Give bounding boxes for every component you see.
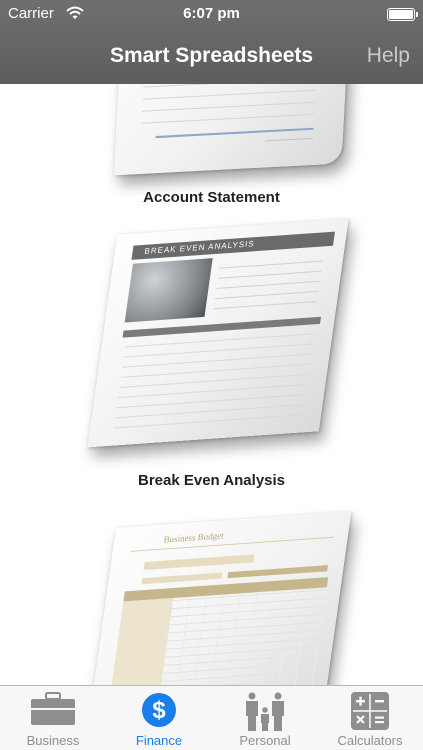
- tab-business[interactable]: Business: [0, 686, 106, 750]
- page-title: Smart Spreadsheets: [109, 44, 314, 67]
- break-even-analysis-thumbnail[interactable]: BREAK EVEN ANALYSIS: [87, 218, 349, 448]
- tab-finance[interactable]: $ Finance: [106, 686, 212, 750]
- business-budget-thumbnail[interactable]: Business Budget: [84, 511, 352, 685]
- document-label: Account Statement: [143, 189, 280, 206]
- tab-label: Calculators: [337, 733, 403, 748]
- help-button[interactable]: Help: [367, 44, 410, 68]
- list-item[interactable]: BREAK EVEN ANALYSIS Break Even Analysis: [0, 216, 423, 496]
- calculator-photo: [124, 258, 213, 323]
- calculator-icon: [351, 692, 389, 735]
- status-bar: Carrier 6:07 pm: [0, 0, 423, 28]
- account-statement-thumbnail[interactable]: [113, 84, 351, 176]
- sheet-title: Business Budget: [162, 530, 225, 545]
- sheet-title: BREAK EVEN ANALYSIS: [131, 231, 335, 260]
- tab-calculators[interactable]: Calculators: [317, 686, 423, 750]
- tab-label: Personal: [239, 733, 291, 748]
- tab-bar: Business $ Finance Personal Calculators: [0, 685, 423, 750]
- family-icon: [242, 692, 288, 737]
- tab-label: Finance: [135, 733, 183, 748]
- list-item[interactable]: Account Statement: [0, 84, 423, 214]
- svg-text:$: $: [152, 697, 166, 724]
- status-time: 6:07 pm: [183, 5, 240, 22]
- document-label: Break Even Analysis: [137, 472, 286, 489]
- tab-personal[interactable]: Personal: [212, 686, 318, 750]
- tab-label: Business: [26, 733, 80, 748]
- list-item[interactable]: Business Budget: [0, 499, 423, 685]
- document-list[interactable]: Account Statement BREAK EVEN ANALYSIS Br…: [0, 84, 423, 685]
- battery-icon: [387, 8, 418, 21]
- briefcase-icon: [29, 692, 77, 731]
- dollar-icon: $: [141, 692, 177, 733]
- header: Carrier 6:07 pm Smart Spreadsheets Help: [0, 0, 423, 84]
